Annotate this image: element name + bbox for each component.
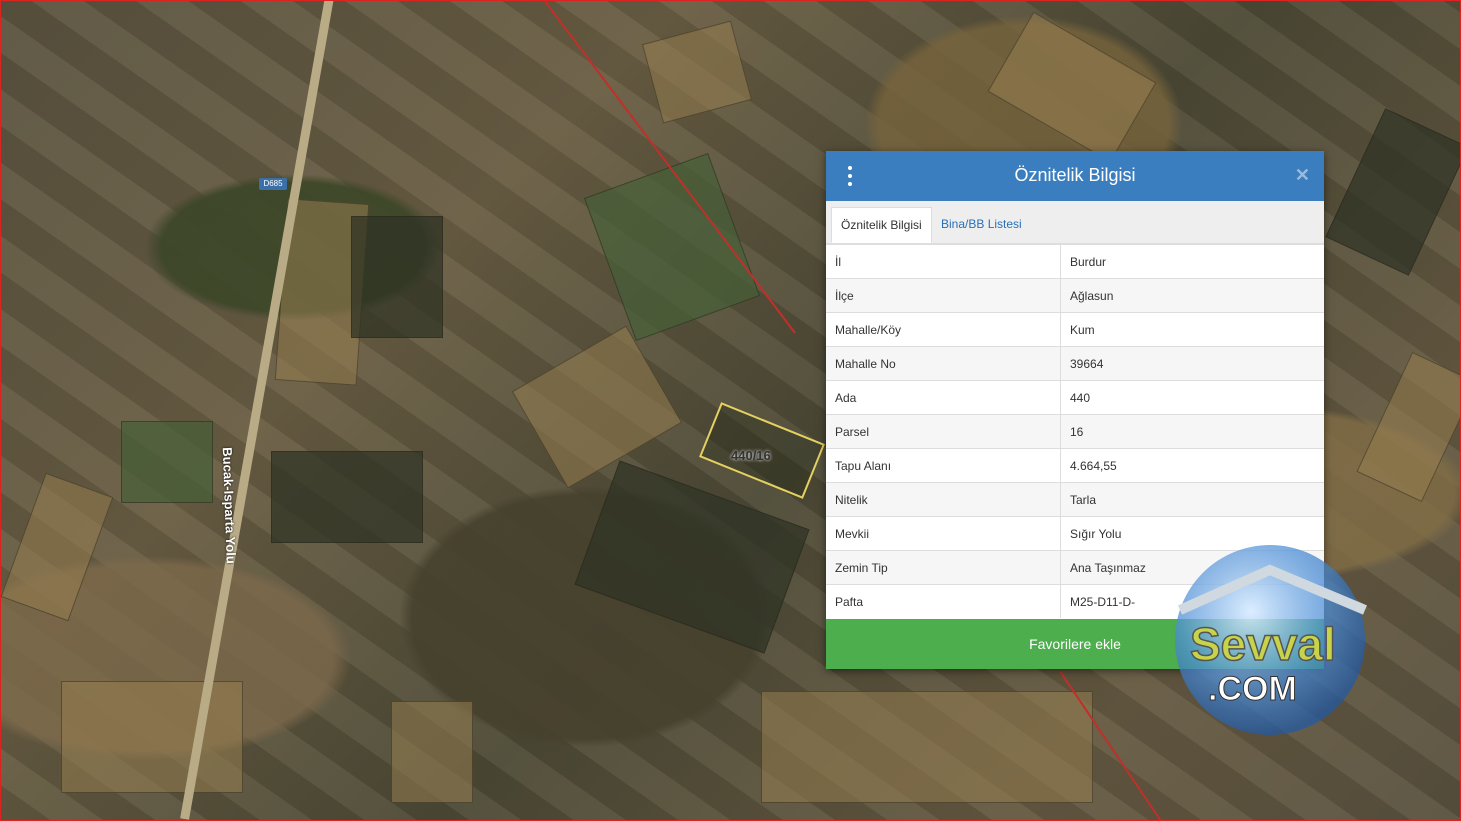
table-row: Tapu Alanı 4.664,55: [826, 448, 1324, 483]
table-row: İl Burdur: [826, 244, 1324, 279]
panel-header: Öznitelik Bilgisi ✕: [826, 151, 1324, 201]
attribute-value: Tarla: [1060, 482, 1324, 517]
attribute-info-panel: Öznitelik Bilgisi ✕ Öznitelik Bilgisi Bi…: [826, 151, 1324, 669]
panel-tabs: Öznitelik Bilgisi Bina/BB Listesi: [826, 201, 1324, 244]
attribute-value: 39664: [1060, 346, 1324, 381]
map-field: [271, 451, 423, 543]
attribute-table: İl Burdur İlçe Ağlasun Mahalle/Köy Kum Mahalle…: [826, 244, 1324, 618]
attribute-key: Mevkii: [826, 516, 1061, 551]
parcel-label: 440/16: [731, 448, 771, 463]
map-field: [1, 472, 114, 622]
map-field: [583, 153, 761, 341]
table-row: İlçe Ağlasun: [826, 278, 1324, 313]
attribute-value: M25-D11-D-: [1060, 584, 1324, 618]
attribute-key: Nitelik: [826, 482, 1061, 517]
table-row: Mahalle No 39664: [826, 346, 1324, 381]
attribute-value: 4.664,55: [1060, 448, 1324, 483]
attribute-value: Ana Taşınmaz: [1060, 550, 1324, 585]
attribute-key: Pafta: [826, 584, 1061, 618]
attribute-key: Tapu Alanı: [826, 448, 1061, 483]
attribute-key: İlçe: [826, 278, 1061, 313]
map-field: [641, 20, 753, 124]
road-label: Bucak-Isparta Yolu: [219, 446, 239, 565]
panel-title: Öznitelik Bilgisi: [1014, 165, 1136, 185]
map-field: [351, 216, 443, 338]
map-field: [511, 325, 683, 489]
attribute-value: Burdur: [1060, 244, 1324, 279]
table-row: Zemin Tip Ana Taşınmaz: [826, 550, 1324, 585]
road-shield: D685: [259, 178, 287, 190]
attribute-value: Ağlasun: [1060, 278, 1324, 313]
table-row: Mahalle/Köy Kum: [826, 312, 1324, 347]
attribute-key: Mahalle/Köy: [826, 312, 1061, 347]
table-row: Parsel 16: [826, 414, 1324, 449]
attribute-key: Mahalle No: [826, 346, 1061, 381]
attribute-key: Ada: [826, 380, 1061, 415]
attribute-key: Zemin Tip: [826, 550, 1061, 585]
map-field: [987, 11, 1157, 163]
main-road: [180, 1, 335, 820]
add-to-favorites-button[interactable]: Favorilere ekle: [826, 619, 1324, 669]
map-field: [1325, 108, 1460, 276]
table-row: Nitelik Tarla: [826, 482, 1324, 517]
map-field: [61, 681, 243, 793]
attribute-value: 440: [1060, 380, 1324, 415]
map-field: [121, 421, 213, 503]
attribute-key: İl: [826, 244, 1061, 279]
table-row: Mevkii Sığır Yolu: [826, 516, 1324, 551]
attribute-value: 16: [1060, 414, 1324, 449]
map-field: [1356, 351, 1460, 503]
map-field: [574, 460, 810, 654]
table-row: Pafta M25-D11-D-: [826, 584, 1324, 618]
map-field: [761, 691, 1093, 803]
attribute-key: Parsel: [826, 414, 1061, 449]
tab-attribute-info[interactable]: Öznitelik Bilgisi: [831, 207, 932, 243]
table-row: Ada 440: [826, 380, 1324, 415]
close-icon[interactable]: ✕: [1295, 165, 1310, 186]
attribute-value: Sığır Yolu: [1060, 516, 1324, 551]
map-field: [391, 701, 473, 803]
tab-building-list[interactable]: Bina/BB Listesi: [932, 207, 1031, 243]
attribute-value: Kum: [1060, 312, 1324, 347]
